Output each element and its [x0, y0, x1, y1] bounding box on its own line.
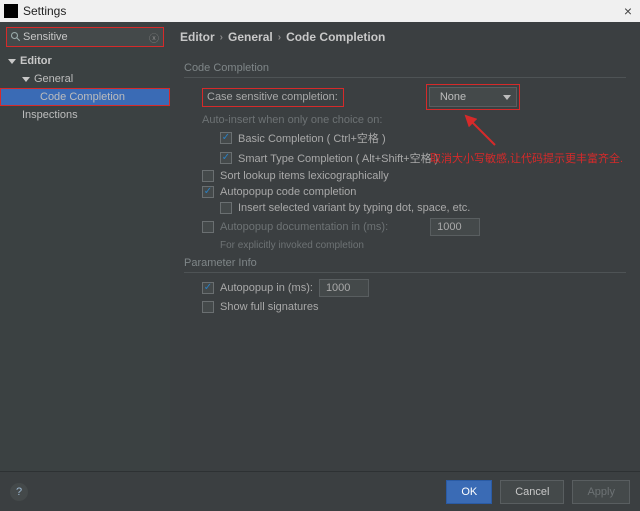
- pi-autopopup-label: Autopopup in (ms):: [220, 282, 313, 294]
- autopopup-checkbox[interactable]: [202, 186, 214, 198]
- cancel-button[interactable]: Cancel: [500, 480, 564, 504]
- search-input-wrap[interactable]: ⓧ: [6, 27, 164, 47]
- tree-label: Editor: [20, 55, 52, 67]
- content: Editor › General › Code Completion Code …: [170, 22, 640, 471]
- select-value: None: [440, 91, 466, 103]
- smart-completion-checkbox[interactable]: [220, 152, 232, 164]
- case-sensitive-label: Case sensitive completion:: [202, 88, 344, 107]
- tree-label: Inspections: [22, 109, 78, 121]
- search-input[interactable]: [23, 31, 149, 43]
- titlebar: Settings ×: [0, 0, 640, 22]
- pi-show-full-checkbox[interactable]: [202, 301, 214, 313]
- help-button[interactable]: ?: [10, 483, 28, 501]
- main-area: ⓧ Editor General Code Completion Inspect…: [0, 22, 640, 471]
- breadcrumb: Editor › General › Code Completion: [170, 22, 640, 52]
- chevron-right-icon: ›: [220, 32, 223, 43]
- apply-button[interactable]: Apply: [572, 480, 630, 504]
- app-icon: [4, 4, 18, 18]
- chevron-right-icon: ›: [278, 32, 281, 43]
- crumb-general[interactable]: General: [228, 30, 273, 44]
- footer: ? OK Cancel Apply: [0, 471, 640, 511]
- case-sensitive-row: Case sensitive completion: None: [184, 84, 626, 110]
- smart-completion-label: Smart Type Completion ( Alt+Shift+空格 ): [238, 150, 438, 166]
- close-icon[interactable]: ×: [620, 3, 636, 19]
- tree-general[interactable]: General: [0, 70, 170, 88]
- pi-show-full-label: Show full signatures: [220, 301, 318, 313]
- chevron-down-icon: [22, 77, 30, 82]
- autopopup-row: Autopopup code completion: [184, 186, 626, 198]
- autopopup-doc-checkbox[interactable]: [202, 221, 214, 233]
- pi-autopopup-field[interactable]: [319, 279, 369, 297]
- insert-selected-checkbox[interactable]: [220, 202, 232, 214]
- tree-code-completion[interactable]: Code Completion: [0, 88, 170, 106]
- crumb-editor[interactable]: Editor: [180, 30, 215, 44]
- insert-selected-row: Insert selected variant by typing dot, s…: [184, 202, 626, 214]
- autopopup-doc-label: Autopopup documentation in (ms):: [220, 221, 388, 233]
- basic-completion-label: Basic Completion ( Ctrl+空格 ): [238, 130, 386, 146]
- sidebar: ⓧ Editor General Code Completion Inspect…: [0, 22, 170, 471]
- crumb-code-completion: Code Completion: [286, 30, 385, 44]
- window-title: Settings: [23, 4, 620, 18]
- settings-tree: Editor General Code Completion Inspectio…: [0, 52, 170, 124]
- tree-label: Code Completion: [40, 91, 125, 103]
- search-wrap: ⓧ: [0, 22, 170, 52]
- auto-insert-row: Auto-insert when only one choice on:: [184, 114, 626, 126]
- sort-lookup-checkbox[interactable]: [202, 170, 214, 182]
- autopopup-doc-row: Autopopup documentation in (ms):: [184, 218, 626, 236]
- case-sensitive-select[interactable]: None: [429, 87, 517, 107]
- basic-completion-checkbox[interactable]: [220, 132, 232, 144]
- annotation-text: 取消大小写敏感,让代码提示更丰富齐全.: [430, 150, 623, 166]
- pi-show-full-row: Show full signatures: [184, 301, 626, 313]
- autopopup-doc-hint: For explicitly invoked completion: [220, 240, 364, 251]
- code-completion-panel: Code Completion Case sensitive completio…: [170, 52, 640, 321]
- group-code-completion: Code Completion: [184, 62, 626, 78]
- annotation-arrow: [460, 110, 500, 150]
- case-sensitive-select-box: None: [426, 84, 520, 110]
- basic-completion-row: Basic Completion ( Ctrl+空格 ): [184, 130, 626, 146]
- autopopup-doc-field[interactable]: [430, 218, 480, 236]
- insert-selected-label: Insert selected variant by typing dot, s…: [238, 202, 470, 214]
- tree-inspections[interactable]: Inspections: [0, 106, 170, 124]
- pi-autopopup-checkbox[interactable]: [202, 282, 214, 294]
- auto-insert-label: Auto-insert when only one choice on:: [202, 114, 382, 126]
- tree-label: General: [34, 73, 73, 85]
- sort-lookup-label: Sort lookup items lexicographically: [220, 170, 389, 182]
- sort-lookup-row: Sort lookup items lexicographically: [184, 170, 626, 182]
- chevron-down-icon: [503, 95, 511, 100]
- chevron-down-icon: [8, 59, 16, 64]
- autopopup-label: Autopopup code completion: [220, 186, 356, 198]
- ok-button[interactable]: OK: [446, 480, 492, 504]
- tree-editor[interactable]: Editor: [0, 52, 170, 70]
- group-parameter-info: Parameter Info: [184, 257, 626, 273]
- pi-autopopup-row: Autopopup in (ms):: [184, 279, 626, 297]
- clear-search-icon[interactable]: ⓧ: [147, 30, 161, 44]
- autopopup-doc-hint-row: For explicitly invoked completion: [184, 240, 626, 251]
- search-icon: [10, 31, 22, 43]
